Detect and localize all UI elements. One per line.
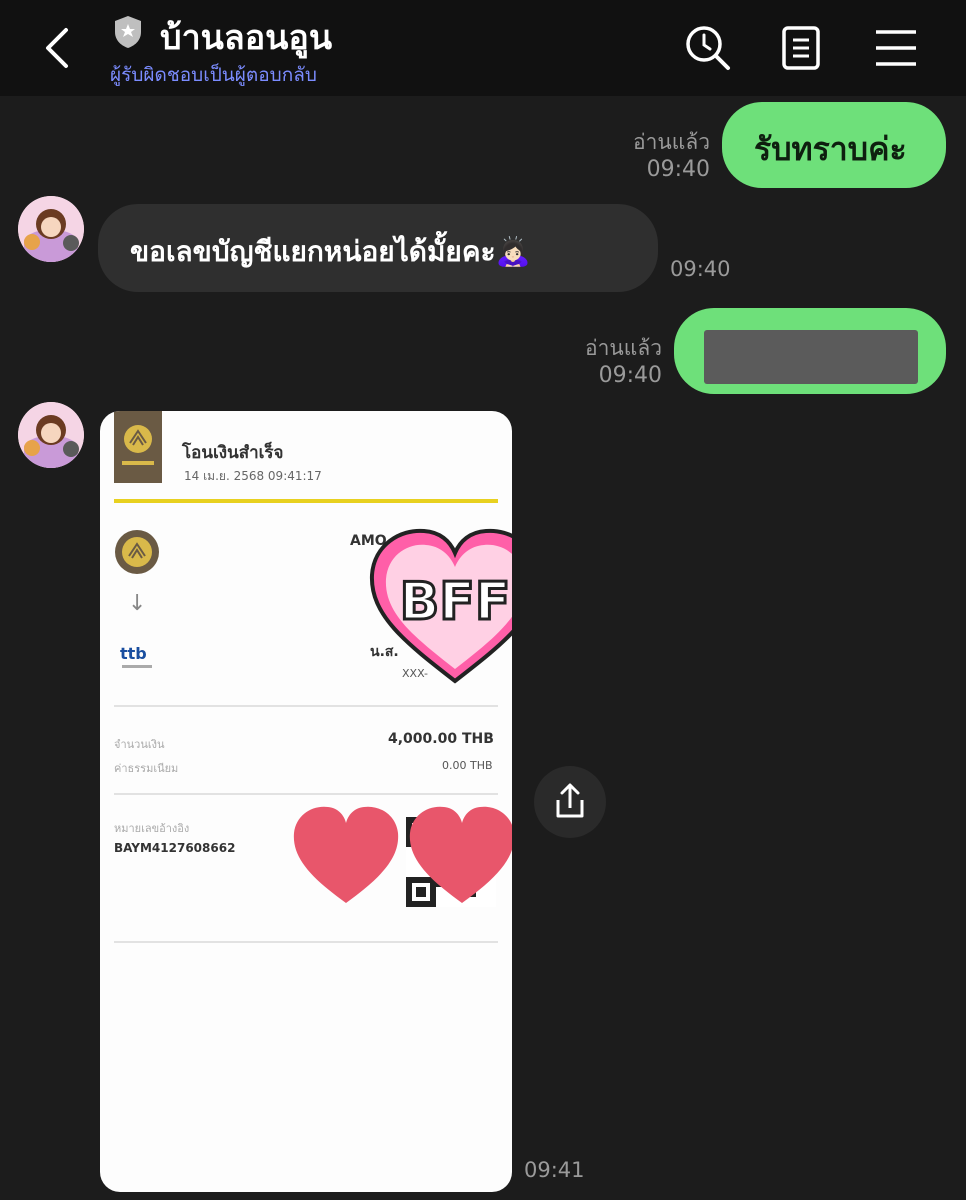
reference-number: BAYM4127608662 — [114, 841, 236, 855]
sender-bank-icon — [115, 530, 159, 574]
svg-text:ttb: ttb — [120, 644, 147, 663]
share-button[interactable] — [534, 766, 606, 838]
read-receipt: อ่านแล้ว — [633, 130, 710, 154]
sticker-text: BFF — [400, 572, 511, 632]
divider — [114, 941, 498, 943]
message-meta: อ่านแล้ว 09:40 — [560, 128, 710, 184]
chat-subtitle: ผู้รับผิดชอบเป็นผู้ตอบกลับ — [110, 64, 317, 86]
heart-sticker — [293, 806, 399, 903]
message-time: 09:40 — [646, 157, 710, 182]
message-time: 09:40 — [670, 257, 731, 281]
search-icon[interactable] — [684, 24, 732, 72]
divider — [114, 499, 498, 503]
back-chevron-icon[interactable] — [38, 24, 78, 72]
receipt-title: โอนเงินสำเร็จ — [182, 443, 284, 463]
share-icon — [556, 783, 584, 818]
outgoing-message[interactable] — [674, 308, 946, 394]
redacted-block — [704, 330, 918, 384]
message-time: 09:41 — [524, 1158, 585, 1182]
outgoing-message[interactable]: รับทราบค่ะ — [722, 102, 946, 188]
receiver-bank-icon: ttb — [120, 644, 152, 668]
receipt-date: 14 เม.ย. 2568 09:41:17 — [184, 469, 322, 483]
chat-title: บ้านลอนอูน — [160, 18, 333, 58]
divider — [114, 705, 498, 707]
read-receipt: อ่านแล้ว — [585, 336, 662, 360]
message-meta: อ่านแล้ว 09:40 — [510, 334, 662, 390]
divider — [114, 793, 498, 795]
shield-icon — [115, 16, 141, 48]
avatar[interactable] — [18, 402, 84, 468]
bank-logo-icon — [114, 411, 162, 483]
fee-value: 0.00 THB — [442, 759, 493, 772]
arrow-down-icon: ↓ — [128, 591, 147, 616]
incoming-message[interactable]: ขอเลขบัญชีแยกหน่อยได้มั้ยคะ🙇🏻‍♀️ — [98, 204, 658, 292]
chat-header: บ้านลอนอูน ผู้รับผิดชอบเป็นผู้ตอบกลับ — [0, 0, 966, 96]
avatar[interactable] — [18, 196, 84, 262]
bff-heart-sticker: BFF — [369, 528, 512, 684]
message-time: 09:40 — [598, 363, 662, 388]
message-text: ขอเลขบัญชีแยกหน่อยได้มั้ยคะ🙇🏻‍♀️ — [130, 235, 531, 268]
heart-sticker — [409, 806, 512, 903]
reference-label: หมายเลขอ้างอิง — [114, 822, 190, 835]
amount-label: จำนวนเงิน — [114, 738, 165, 751]
transfer-receipt-image[interactable]: โอนเงินสำเร็จ 14 เม.ย. 2568 09:41:17 AMO… — [100, 411, 512, 1192]
fee-label: ค่าธรรมเนียม — [114, 762, 179, 775]
menu-icon[interactable] — [872, 24, 920, 72]
message-text: รับทราบค่ะ — [754, 130, 907, 168]
amount-value: 4,000.00 THB — [388, 731, 494, 747]
notes-icon[interactable] — [778, 24, 826, 72]
